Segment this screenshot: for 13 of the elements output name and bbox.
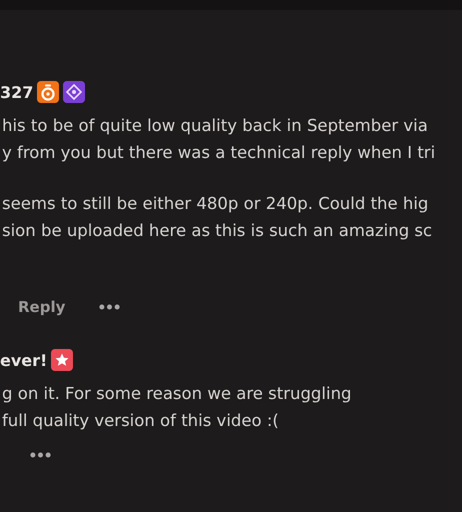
more-options-icon[interactable] [30, 452, 51, 458]
comment-text: y from you but there was a technical reply when I tri [1, 142, 436, 164]
comment-text: sion be uploaded here as this is such an amazing sc [1, 220, 434, 242]
more-options-icon[interactable] [99, 304, 120, 310]
stopwatch-icon [37, 81, 60, 103]
reply-button[interactable]: Reply [10, 294, 74, 320]
comment-text: g on it. For some reason we are struggling [1, 383, 352, 405]
comment-text: his to be of quite low quality back in September via [1, 115, 429, 137]
username[interactable]: 327 [0, 82, 34, 102]
diamond-icon [63, 81, 86, 103]
comment-text: full quality version of this video :( [1, 410, 280, 432]
username[interactable]: ever! [0, 350, 48, 370]
comment-text: seems to still be either 480p or 240p. Could the hig [1, 193, 430, 215]
